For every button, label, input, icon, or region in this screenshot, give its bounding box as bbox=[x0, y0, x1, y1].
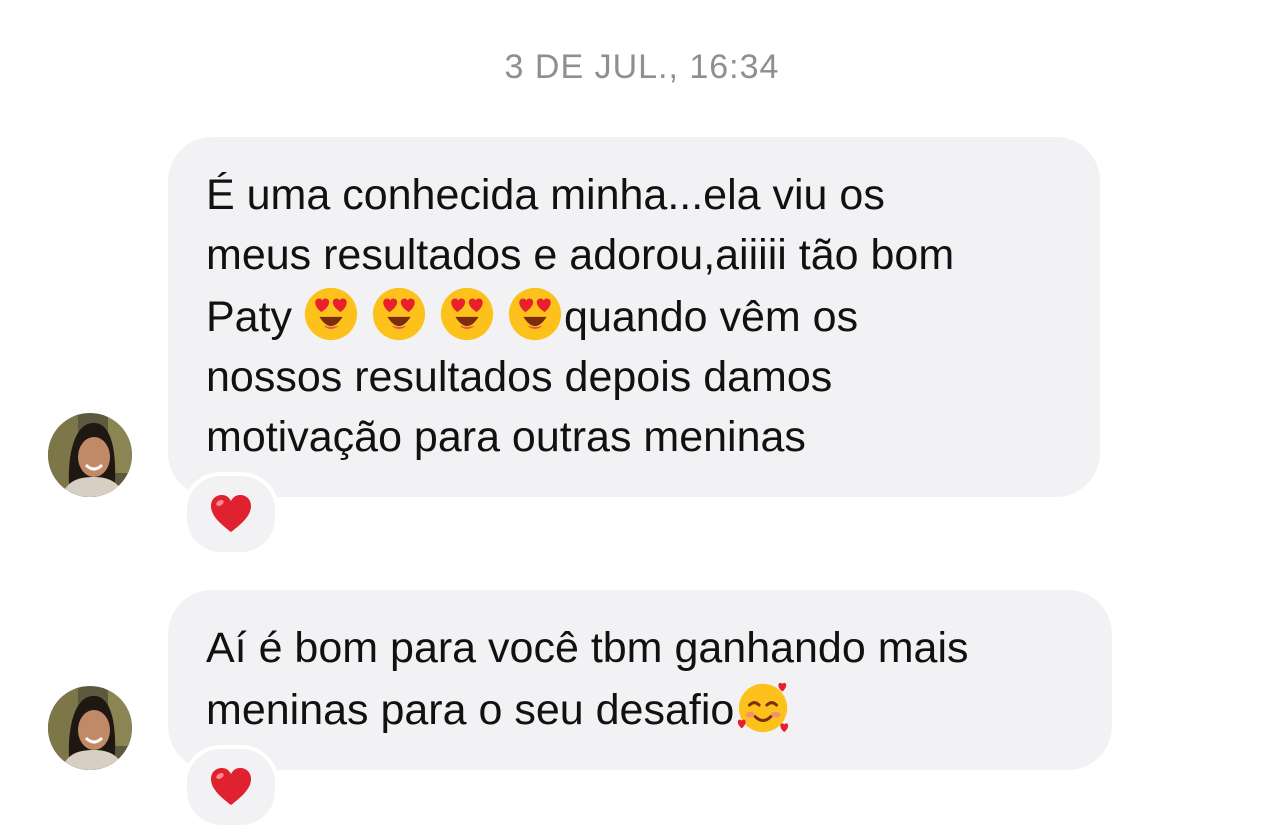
message-text-fragment: quando vêm os bbox=[564, 293, 859, 341]
profile-photo bbox=[48, 686, 132, 770]
message-bubble[interactable]: É uma conhecida minha...ela viu os meus … bbox=[168, 137, 1100, 497]
heart-eyes-emoji-icon bbox=[508, 287, 562, 341]
message-text-line: nossos resultados depois damos bbox=[206, 353, 833, 401]
message-bubble[interactable]: Aí é bom para você tbm ganhando mais men… bbox=[168, 590, 1112, 770]
heart-eyes-emoji-icon bbox=[372, 287, 426, 341]
message-text-line-with-emojis: Paty quando vêm os bbox=[206, 285, 1064, 347]
message-text-line: motivação para outras meninas bbox=[206, 413, 806, 461]
message-text-line: É uma conhecida minha...ela viu os bbox=[206, 171, 885, 219]
heart-eyes-emoji-icon bbox=[304, 287, 358, 341]
message-text-line-with-emoji: meninas para o seu desafio bbox=[206, 678, 1076, 740]
reaction-badge[interactable] bbox=[183, 745, 279, 829]
message-text-line: Aí é bom para você tbm ganhando mais bbox=[206, 624, 969, 672]
red-heart-icon bbox=[211, 495, 251, 532]
smiling-face-with-hearts-emoji-icon bbox=[738, 682, 789, 733]
message-text-line: meus resultados e adorou,aiiiii tão bom bbox=[206, 231, 955, 279]
reaction-badge[interactable] bbox=[183, 472, 279, 556]
sender-avatar[interactable] bbox=[48, 686, 132, 770]
red-heart-icon bbox=[211, 768, 251, 805]
message-timestamp: 3 DE JUL., 16:34 bbox=[504, 48, 780, 86]
profile-photo bbox=[48, 413, 132, 497]
sender-avatar[interactable] bbox=[48, 413, 132, 497]
heart-eyes-emoji-icon bbox=[440, 287, 494, 341]
message-text-fragment: meninas para o seu desafio bbox=[206, 686, 735, 734]
message-text-fragment: Paty bbox=[206, 293, 293, 341]
